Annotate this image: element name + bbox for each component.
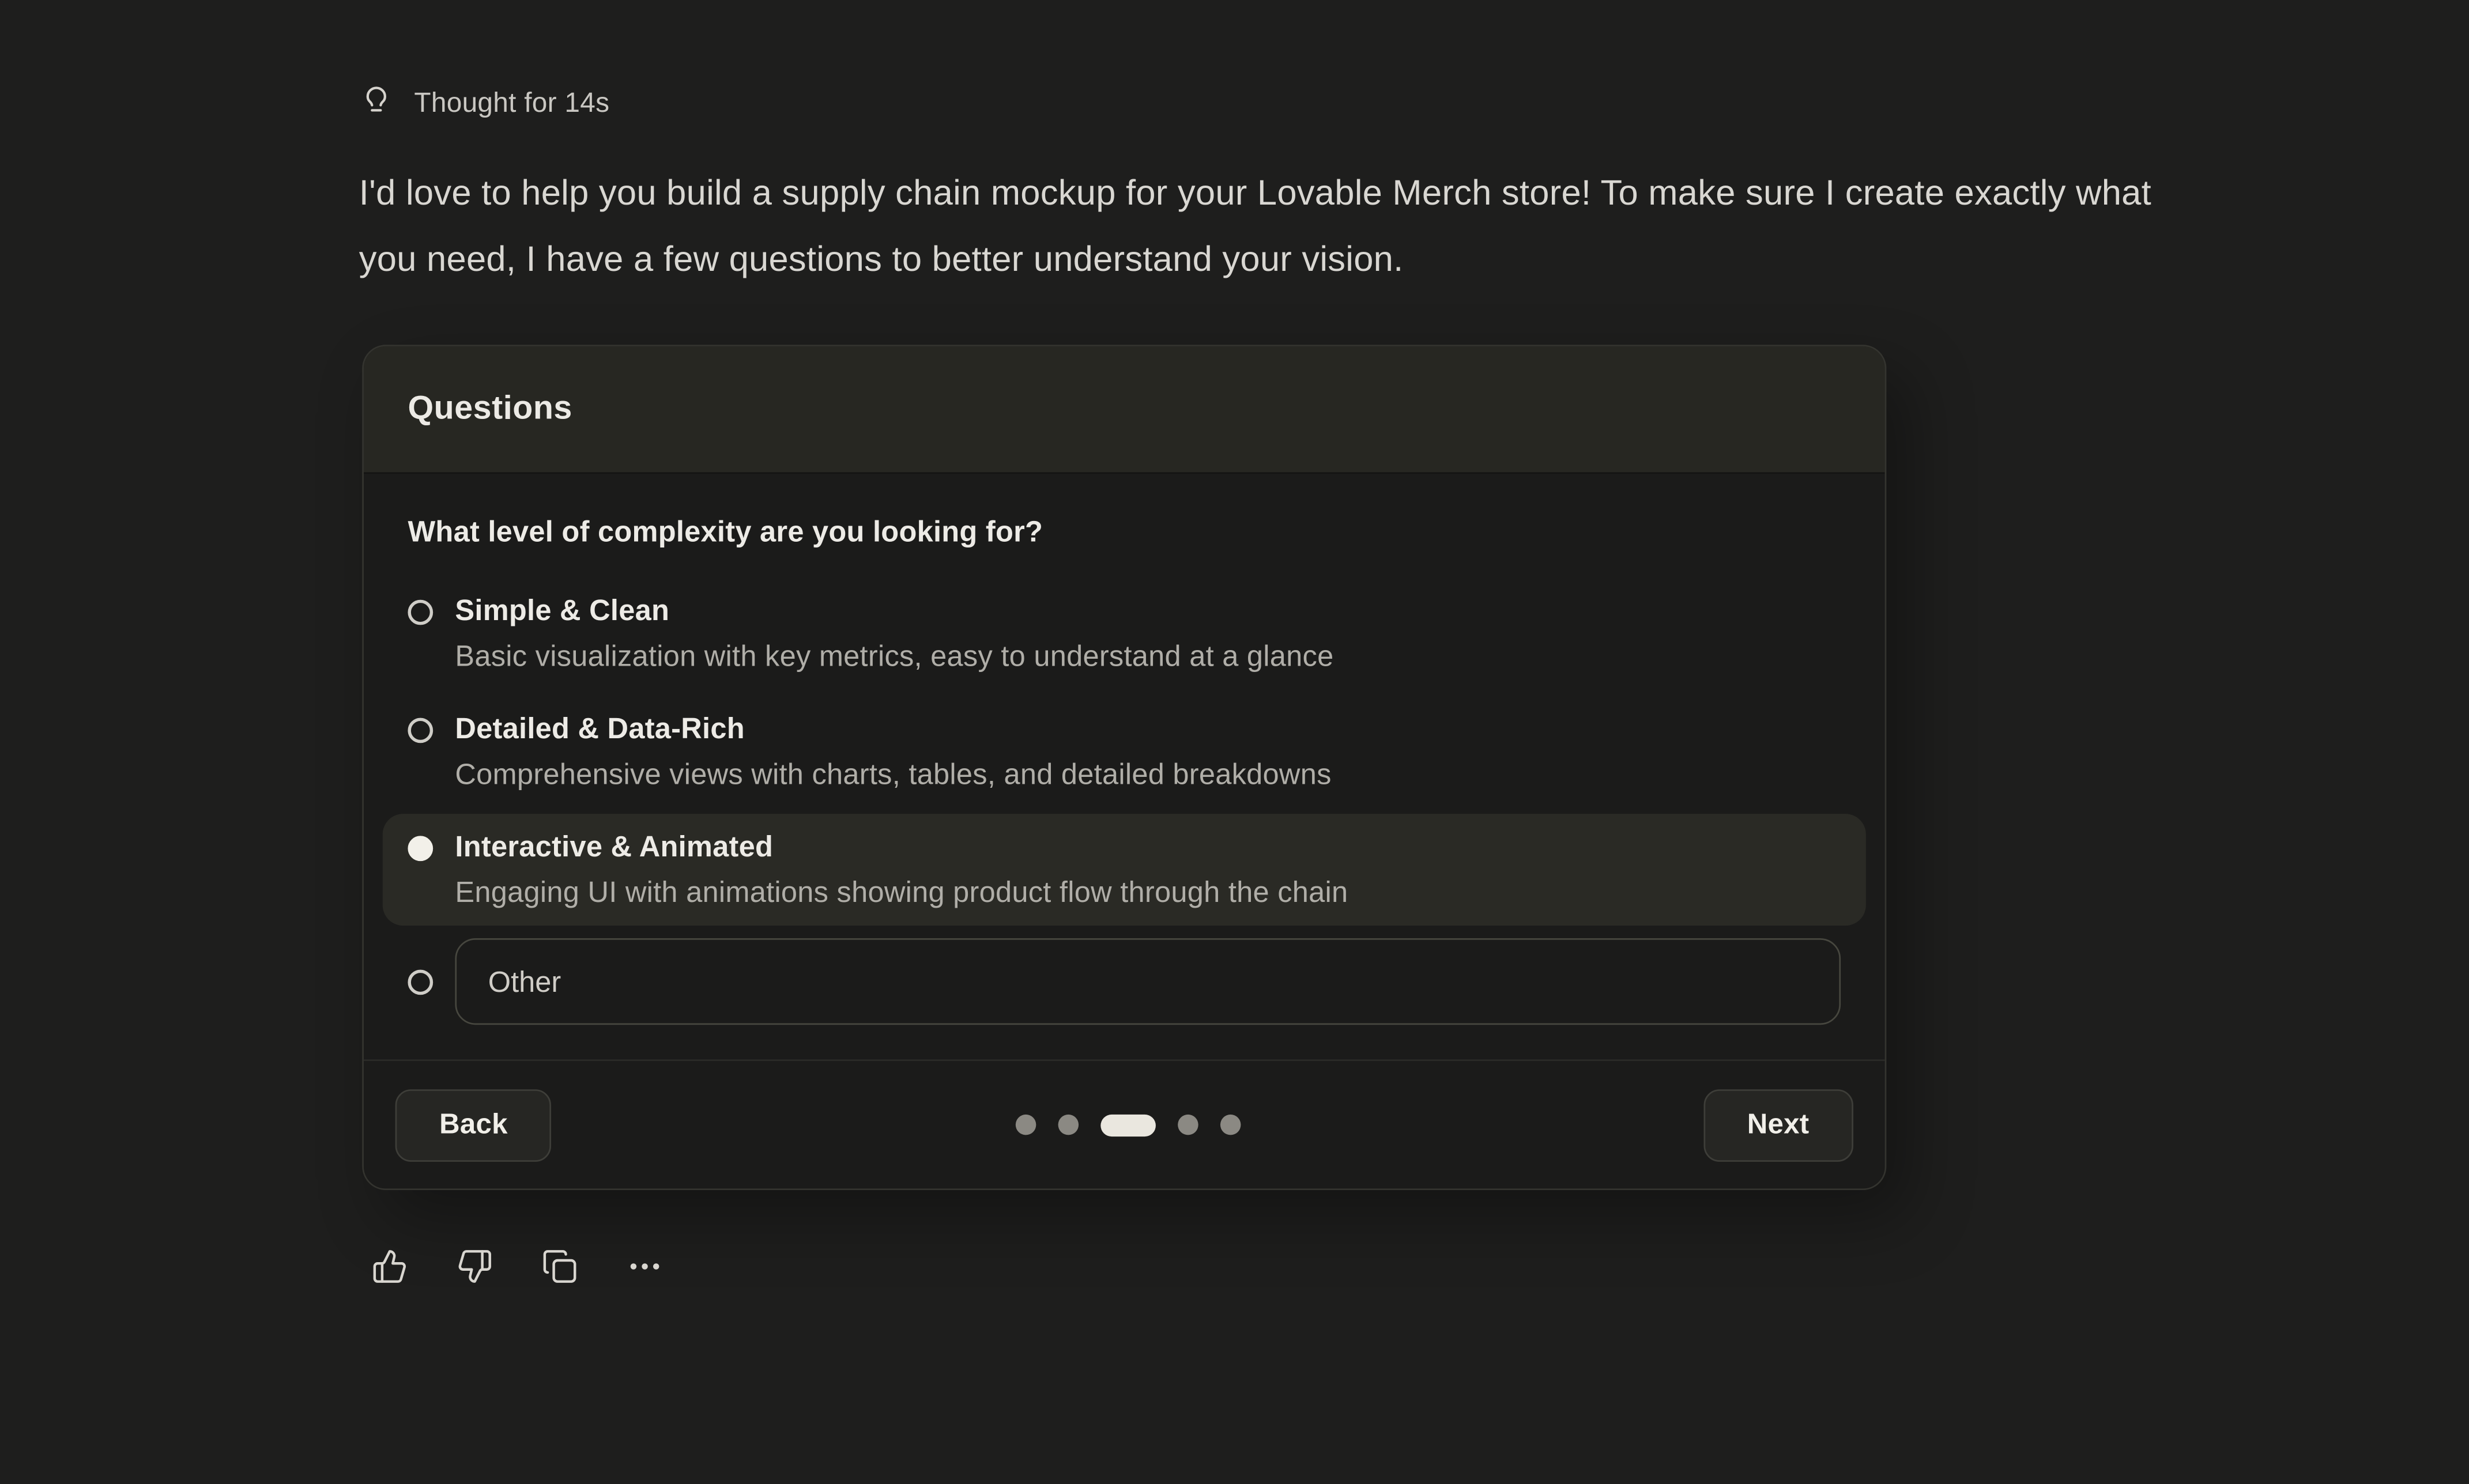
question-text: What level of complexity are you looking… <box>408 515 1841 549</box>
thumbs-up-icon <box>372 1248 408 1285</box>
radio-icon[interactable] <box>408 718 433 743</box>
option-title: Interactive & Animated <box>455 830 1348 864</box>
pagination-dot <box>1057 1115 1078 1135</box>
pagination-dot-active <box>1100 1114 1155 1136</box>
chat-message-area: Thought for 14s I'd love to help you bui… <box>0 0 2469 1484</box>
questions-card-body: What level of complexity are you looking… <box>364 474 1885 1059</box>
assistant-message-text: I'd love to help you build a supply chai… <box>359 161 2189 293</box>
card-title: Questions <box>408 390 572 428</box>
questions-card-footer: Back Next <box>364 1059 1885 1188</box>
copy-button[interactable] <box>542 1248 578 1285</box>
radio-icon[interactable] <box>408 836 433 861</box>
ellipsis-icon <box>627 1248 663 1285</box>
option-description: Comprehensive views with charts, tables,… <box>455 757 1331 792</box>
thought-toggle[interactable]: Thought for 14s <box>359 85 2217 120</box>
pagination-dot <box>1015 1115 1035 1135</box>
back-button[interactable]: Back <box>395 1089 552 1161</box>
option-interactive-animated[interactable]: Interactive & Animated Engaging UI with … <box>383 814 1866 926</box>
other-input[interactable] <box>455 938 1841 1025</box>
option-title: Simple & Clean <box>455 594 1333 628</box>
thumbs-down-button[interactable] <box>457 1248 493 1285</box>
option-detailed-data-rich[interactable]: Detailed & Data-Rich Comprehensive views… <box>383 696 1866 807</box>
more-options-button[interactable] <box>627 1248 663 1285</box>
radio-icon[interactable] <box>408 969 433 994</box>
thumbs-down-icon <box>457 1248 493 1285</box>
pagination-dots <box>1015 1114 1240 1136</box>
option-other[interactable] <box>408 938 1841 1025</box>
option-simple-clean[interactable]: Simple & Clean Basic visualization with … <box>383 577 1866 689</box>
message-actions <box>372 1248 2217 1285</box>
copy-icon <box>542 1248 578 1285</box>
questions-card: Questions What level of complexity are y… <box>362 345 1886 1190</box>
pagination-dot <box>1220 1115 1241 1135</box>
lightbulb-icon <box>359 85 394 120</box>
option-description: Engaging UI with animations showing prod… <box>455 875 1348 910</box>
pagination-dot <box>1177 1115 1198 1135</box>
radio-icon[interactable] <box>408 600 433 625</box>
option-title: Detailed & Data-Rich <box>455 712 1331 746</box>
next-button[interactable]: Next <box>1703 1089 1853 1161</box>
option-description: Basic visualization with key metrics, ea… <box>455 639 1333 674</box>
thought-label: Thought for 14s <box>414 86 609 119</box>
questions-card-header: Questions <box>364 346 1885 474</box>
thumbs-up-button[interactable] <box>372 1248 408 1285</box>
